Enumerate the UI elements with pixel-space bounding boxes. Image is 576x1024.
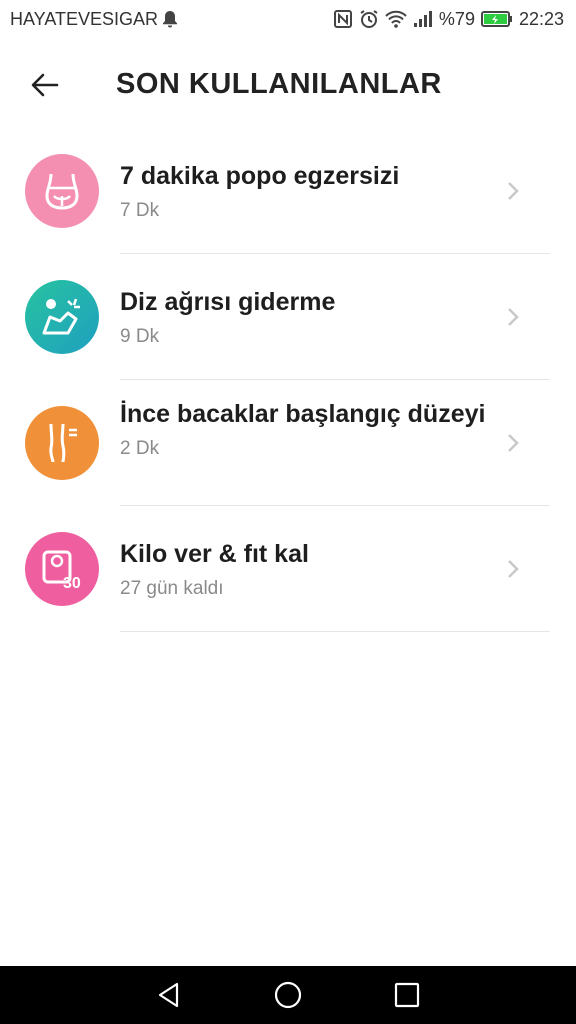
recent-workouts-list: 7 dakika popo egzersizi 7 Dk Diz ağrısı … (0, 128, 576, 632)
chevron-right-icon (508, 308, 519, 326)
page-title: SON KULLANILANLAR (116, 68, 442, 100)
wifi-icon (385, 10, 407, 28)
chevron-right-icon (508, 560, 519, 578)
item-subtitle: 27 gün kaldı (120, 578, 224, 599)
item-subtitle: 2 Dk (120, 438, 160, 459)
chevron-right-icon (508, 182, 519, 200)
item-title: İnce bacaklar başlangıç düzeyi (120, 400, 486, 428)
svg-text:30: 30 (63, 575, 81, 592)
carrier-name: HAYATEVESIGAR (10, 8, 159, 29)
circle-home-icon (274, 981, 302, 1009)
knee-pain-icon (25, 280, 99, 354)
nav-recents-button[interactable] (389, 977, 425, 1013)
chevron-right-icon (508, 434, 519, 452)
item-subtitle: 9 Dk (120, 326, 160, 347)
battery-percent: %79 (438, 8, 475, 29)
nav-back-button[interactable] (151, 977, 187, 1013)
signal-icon (413, 10, 433, 28)
back-arrow-icon (31, 73, 59, 97)
item-subtitle: 7 Dk (120, 200, 160, 221)
status-bar: HAYATEVESIGAR %79 22:23 (0, 0, 576, 38)
alarm-icon (359, 9, 379, 29)
divider (120, 631, 550, 632)
square-recents-icon (394, 982, 419, 1008)
nfc-icon (333, 9, 353, 29)
list-item[interactable]: Diz ağrısı giderme 9 Dk (0, 254, 576, 380)
battery-charging-icon (480, 10, 513, 28)
list-item[interactable]: 7 dakika popo egzersizi 7 Dk (0, 128, 576, 254)
item-title: Kilo ver & fıt kal (120, 540, 309, 568)
app-bar: SON KULLANILANLAR (0, 38, 576, 130)
nav-home-button[interactable] (270, 977, 306, 1013)
triangle-back-icon (159, 982, 179, 1008)
system-nav-bar (0, 966, 576, 1024)
notification-bell-icon (162, 10, 178, 28)
list-item[interactable]: 30 Kilo ver & fıt kal 27 gün kaldı (0, 506, 576, 632)
list-item[interactable]: İnce bacaklar başlangıç düzeyi 2 Dk (0, 380, 576, 506)
scale-30-icon: 30 (25, 532, 99, 606)
item-title: 7 dakika popo egzersizi (120, 162, 400, 190)
legs-icon (25, 406, 99, 480)
item-title: Diz ağrısı giderme (120, 288, 336, 316)
clock-time: 22:23 (518, 8, 564, 29)
back-button[interactable] (22, 62, 68, 108)
glutes-icon (25, 154, 99, 228)
